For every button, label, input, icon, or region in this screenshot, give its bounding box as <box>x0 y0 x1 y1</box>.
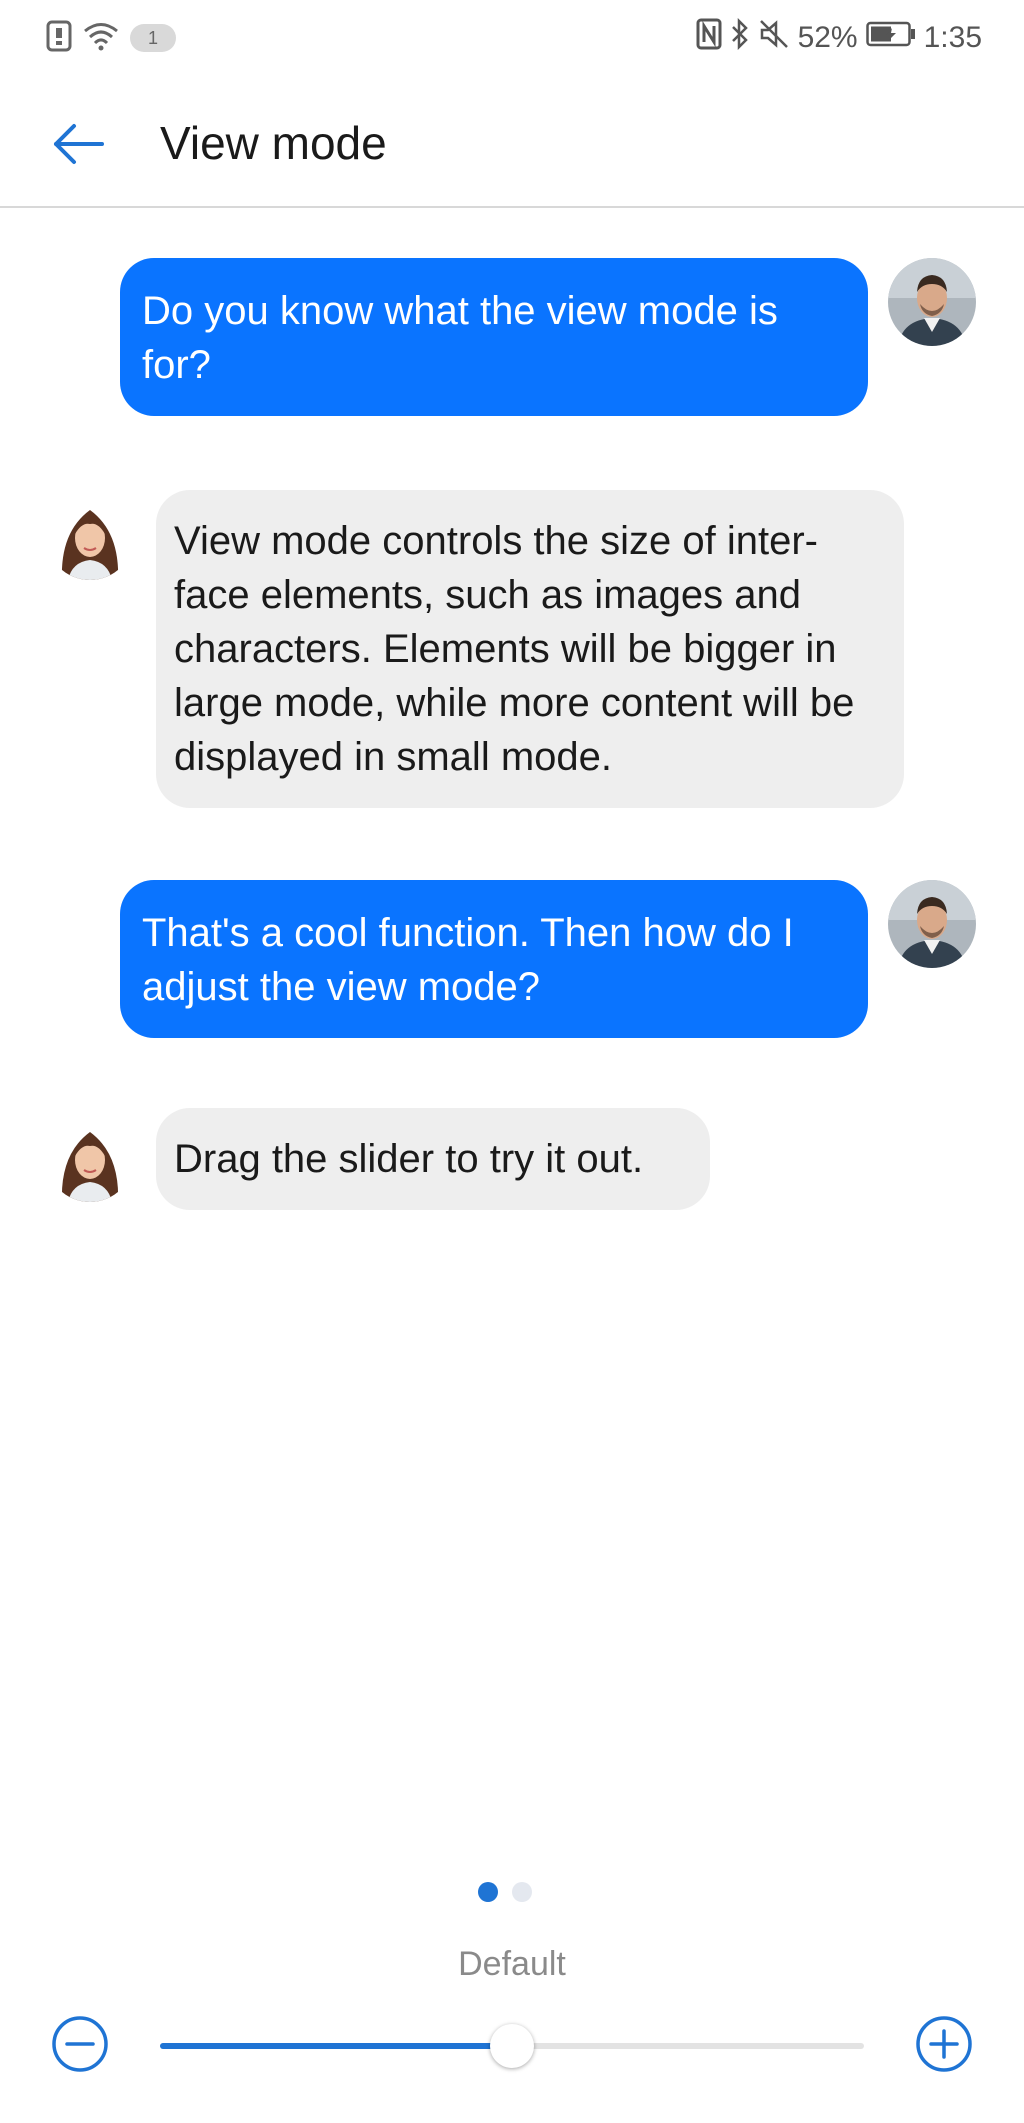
assistant-avatar <box>46 1114 134 1202</box>
back-button[interactable] <box>40 112 116 176</box>
bluetooth-icon <box>730 17 750 58</box>
message-text: Do you know what the view mode is for? <box>142 289 778 387</box>
app-bar: View mode <box>0 80 1024 208</box>
view-mode-slider-row <box>0 2010 1024 2080</box>
page-dot-active[interactable] <box>478 1882 498 1902</box>
minus-circle-icon <box>52 2016 108 2072</box>
plus-circle-icon <box>916 2016 972 2072</box>
mute-icon <box>758 18 790 58</box>
status-bar: 1 52% 1:35 <box>0 0 1024 80</box>
user-avatar <box>888 258 976 346</box>
decrease-button[interactable] <box>50 2014 110 2074</box>
page-indicator <box>478 1882 532 1902</box>
user-avatar <box>888 880 976 968</box>
clock: 1:35 <box>923 21 982 54</box>
status-left: 1 <box>46 18 176 58</box>
view-mode-slider[interactable] <box>160 2024 864 2068</box>
message-text: Drag the slider to try it out. <box>174 1137 644 1181</box>
message-text: That's a cool function. Then how do I ad… <box>142 911 794 1009</box>
battery-percent: 52% <box>797 21 858 54</box>
view-mode-label: Default <box>458 1945 566 1983</box>
sim-icon <box>46 20 72 57</box>
back-arrow-icon <box>54 124 104 164</box>
slider-thumb[interactable] <box>490 2024 534 2068</box>
slider-fill <box>160 2043 512 2049</box>
nfc-icon <box>696 18 722 58</box>
assistant-avatar <box>46 492 134 580</box>
message-text: View mode controls the size of inter-fac… <box>174 519 855 779</box>
notification-badge: 1 <box>130 24 176 52</box>
page-title: View mode <box>160 117 387 169</box>
battery-icon <box>865 21 916 55</box>
assistant-message: View mode controls the size of inter-fac… <box>156 490 904 808</box>
user-message: Do you know what the view mode is for? <box>120 258 868 416</box>
increase-button[interactable] <box>914 2014 974 2074</box>
status-right: 52% 1:35 <box>696 17 982 58</box>
user-message: That's a cool function. Then how do I ad… <box>120 880 868 1038</box>
page-dot[interactable] <box>512 1882 532 1902</box>
assistant-message: Drag the slider to try it out. <box>156 1108 710 1210</box>
wifi-icon <box>82 21 120 56</box>
